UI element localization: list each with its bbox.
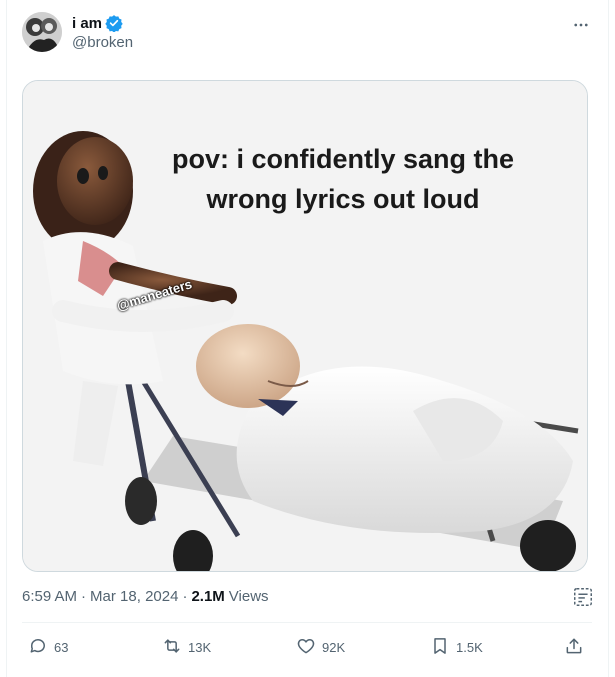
reply-icon: [28, 636, 48, 659]
tweet-actions: 63 13K 92K 1.5K: [22, 636, 592, 660]
author-handle[interactable]: @broken: [72, 34, 133, 51]
reply-button[interactable]: 63: [28, 636, 68, 659]
bookmark-button[interactable]: 1.5K: [430, 636, 483, 659]
views-label: Views: [228, 588, 269, 605]
bookmark-icon: [430, 636, 450, 659]
retweet-count: 13K: [188, 640, 212, 655]
bookmark-count: 1.5K: [456, 640, 483, 655]
meme-caption: pov: i confidently sang the wrong lyrics…: [171, 144, 515, 214]
name-row: i am: [72, 14, 123, 32]
heart-icon: [296, 636, 316, 659]
meta-separator: ·: [81, 588, 87, 605]
verified-badge-icon: [105, 14, 123, 32]
views-count: 2.1M: [191, 588, 225, 605]
share-icon: [564, 636, 584, 659]
display-name[interactable]: i am: [72, 15, 102, 32]
like-button[interactable]: 92K: [296, 636, 345, 659]
tweet-media-image[interactable]: pov: i confidently sang the wrong lyrics…: [22, 80, 588, 572]
retweet-button[interactable]: 13K: [162, 636, 211, 659]
more-horizontal-icon[interactable]: [570, 14, 592, 36]
tweet-time[interactable]: 6:59 AM: [22, 588, 77, 605]
divider: [22, 622, 592, 623]
tweet-date[interactable]: Mar 18, 2024: [90, 588, 178, 605]
tweet-header: i am @broken: [22, 12, 592, 56]
retweet-icon: [162, 636, 182, 659]
grok-analytics-icon[interactable]: [572, 586, 594, 608]
meta-separator: ·: [182, 588, 188, 605]
like-count: 92K: [322, 640, 346, 655]
avatar[interactable]: [22, 12, 62, 52]
tweet-meta: 6:59 AM · Mar 18, 2024 · 2.1M Views: [22, 588, 269, 605]
share-button[interactable]: [564, 636, 584, 659]
reply-count: 63: [54, 640, 69, 655]
